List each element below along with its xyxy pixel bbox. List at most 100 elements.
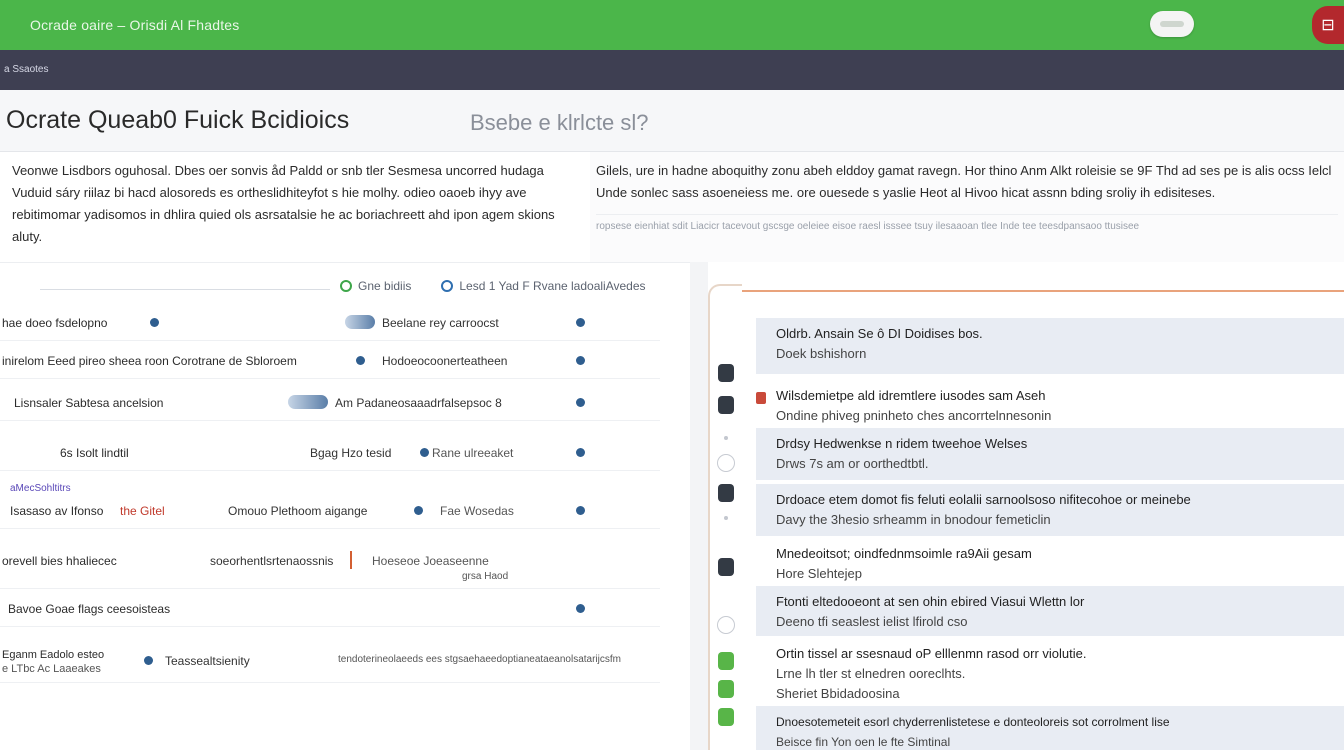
- section-link[interactable]: aMecSohltitrs: [10, 483, 71, 494]
- row-secondary: Am Padaneosaaadrfalsepsoc 8: [335, 396, 502, 410]
- row-tertiary: Hoeseoe Joeaseenne: [372, 554, 489, 568]
- table-row[interactable]: Bavoe Goae flags ceesoisteas: [0, 591, 660, 627]
- detail-title: Drdoace etem domot fis feluti eolalii sa…: [776, 492, 1191, 507]
- detail-subtitle: Deeno tfi seaslest ielist lfirold cso: [776, 614, 968, 629]
- description-right: Gilels, ure in hadne aboquithy zonu abeh…: [590, 152, 1344, 262]
- list-item[interactable]: Mnedeoitsot; oindfednmsoimle ra9Aii gesa…: [756, 538, 1344, 590]
- dot-icon: [724, 436, 728, 440]
- table-row[interactable]: 6s Isolt lindtil Bgag Hzo tesid Rane ulr…: [0, 435, 660, 471]
- smile-icon[interactable]: [717, 454, 735, 472]
- row-secondary: Hodoeocoonerteatheen: [382, 354, 508, 368]
- row-primary: Isasaso av Ifonso: [10, 504, 104, 518]
- row-tertiary: Rane ulreeaket: [432, 446, 514, 460]
- tag-icon[interactable]: [718, 652, 734, 670]
- app-badge-icon[interactable]: ⊟: [1312, 6, 1344, 44]
- row-tertiary: Fae Wosedas: [440, 504, 514, 518]
- list-item[interactable]: Oldrb. Ansain Se ô DI Doidises bos. Doek…: [756, 318, 1344, 374]
- list-item[interactable]: Dnoesotemeteit esorl chyderrenlistetese …: [756, 706, 1344, 750]
- table-row[interactable]: orevell bies hhaliecec soeorhentlsrtenao…: [0, 543, 660, 589]
- list-item[interactable]: Drdoace etem domot fis feluti eolalii sa…: [756, 484, 1344, 536]
- row-primary: Bavoe Goae flags ceesoisteas: [8, 602, 171, 616]
- detail-subtitle: Hore Slehtejep: [776, 566, 862, 581]
- table-row[interactable]: Lisnsaler Sabtesa ancelsion Am Padaneosa…: [0, 385, 660, 421]
- list-item[interactable]: Wilsdemietpe ald idremtlere iusodes sam …: [756, 380, 1344, 432]
- row-secondary: Beelane rey carroocst: [382, 316, 499, 330]
- detail-note: Sheriet Bbidadoosina: [776, 686, 900, 701]
- tag-icon[interactable]: [718, 680, 734, 698]
- row-action-icon[interactable]: [576, 318, 585, 327]
- file-icon: [144, 656, 153, 665]
- file-icon: [420, 448, 429, 457]
- row-primary: hae doeo fsdelopno: [2, 316, 108, 330]
- file-icon: [414, 506, 423, 515]
- row-primary-sub: e LTbc Ac Laaeakes: [2, 663, 101, 675]
- list-item[interactable]: Drdsy Hedwenkse n ridem tweehoe Welses D…: [756, 428, 1344, 480]
- app-title: Ocrade oaire – Orisdi Al Fhadtes: [30, 17, 240, 33]
- list-toolbar: Gne bidiis Lesd 1 Yad F Rvane ladoaliAve…: [340, 279, 646, 293]
- table-row[interactable]: Eganm Eadolo esteo e LTbc Ac Laaeakes Te…: [0, 643, 660, 683]
- row-highlight: the Gitel: [120, 504, 165, 518]
- table-row[interactable]: Isasaso av Ifonso the Gitel Omouo Pletho…: [0, 493, 660, 529]
- row-secondary: Teassealtsienity: [165, 654, 250, 668]
- document-icon[interactable]: [718, 364, 734, 382]
- list-item[interactable]: Ftonti eltedooeont at sen ohin ebired Vi…: [756, 586, 1344, 636]
- row-primary: orevell bies hhaliecec: [2, 554, 117, 568]
- detail-title: Mnedeoitsot; oindfednmsoimle ra9Aii gesa…: [776, 546, 1032, 561]
- row-secondary: soeorhentlsrtenaossnis: [210, 554, 334, 568]
- toolbar-item-1-label: Gne bidiis: [358, 279, 412, 293]
- smile-icon[interactable]: [717, 616, 735, 634]
- dot-icon: [724, 516, 728, 520]
- description-left: Veonwe Lisdbors oguhosal. Dbes oer sonvi…: [0, 152, 590, 262]
- toolbar-divider: [40, 289, 330, 290]
- table-row[interactable]: inirelom Eeed pireo sheea roon Corotrane…: [0, 343, 660, 379]
- breadcrumb[interactable]: a Ssaotes: [4, 64, 48, 75]
- detail-title: Ortin tissel ar ssesnaud oP elllenmn ras…: [776, 646, 1087, 661]
- thumbnail-icon: [345, 315, 375, 329]
- check-circle-icon: [340, 280, 352, 292]
- detail-title: Drdsy Hedwenkse n ridem tweehoe Welses: [776, 436, 1028, 451]
- row-primary: 6s Isolt lindtil: [60, 446, 129, 460]
- detail-title: Oldrb. Ansain Se ô DI Doidises bos.: [776, 326, 983, 341]
- detail-title: Dnoesotemeteit esorl chyderrenlistetese …: [776, 715, 1170, 729]
- description-right-text: Gilels, ure in hadne aboquithy zonu abeh…: [596, 163, 1332, 200]
- detail-title: Wilsdemietpe ald idremtlere iusodes sam …: [776, 388, 1046, 403]
- list-panel: Gne bidiis Lesd 1 Yad F Rvane ladoaliAve…: [0, 262, 690, 750]
- toggle-pill[interactable]: [1150, 11, 1194, 37]
- tag-icon[interactable]: [718, 708, 734, 726]
- document-icon[interactable]: [718, 484, 734, 502]
- detail-subtitle: Drws 7s am or oorthedtbtl.: [776, 456, 929, 471]
- row-action-icon[interactable]: [576, 604, 585, 613]
- row-action-icon[interactable]: [576, 398, 585, 407]
- flag-icon: [350, 551, 360, 569]
- description-left-text: Veonwe Lisdbors oguhosal. Dbes oer sonvi…: [12, 163, 555, 244]
- page-title: Ocrate Queab0 Fuick Bcidioics: [6, 106, 350, 134]
- document-icon[interactable]: [718, 558, 734, 576]
- toolbar-item-1[interactable]: Gne bidiis: [340, 279, 411, 293]
- toolbar-item-2[interactable]: Lesd 1 Yad F Rvane ladoaliAvedes: [441, 279, 646, 293]
- navigation-bar: a Ssaotes: [0, 50, 1344, 90]
- bell-icon: [356, 356, 365, 365]
- row-primary: inirelom Eeed pireo sheea roon Corotrane…: [2, 354, 297, 368]
- toolbar-item-2-label: Lesd 1 Yad F Rvane ladoaliAvedes: [459, 279, 646, 293]
- panel-splitter[interactable]: [690, 262, 708, 750]
- detail-subtitle: Davy the 3hesio srheamm in bnodour femet…: [776, 512, 1051, 527]
- row-secondary: Bgag Hzo tesid: [310, 446, 392, 460]
- list-item[interactable]: Ortin tissel ar ssesnaud oP elllenmn ras…: [756, 638, 1344, 708]
- users-icon: [150, 318, 159, 327]
- table-row[interactable]: hae doeo fsdelopno Beelane rey carroocst: [0, 305, 660, 341]
- row-secondary: Omouo Plethoom aigange: [228, 504, 368, 518]
- row-action-icon[interactable]: [576, 506, 585, 515]
- page-header: Ocrate Queab0 Fuick Bcidioics Bsebe e kl…: [0, 90, 1344, 152]
- document-icon[interactable]: [718, 396, 734, 414]
- detail-subtitle: Doek bshishorn: [776, 346, 867, 361]
- row-action-icon[interactable]: [576, 356, 585, 365]
- app-header-bar: Ocrade oaire – Orisdi Al Fhadtes ⊟: [0, 0, 1344, 50]
- page-subtitle: Bsebe e klrlcte sl?: [470, 110, 649, 135]
- row-note: grsa Haod: [462, 571, 509, 582]
- icon-rail: [708, 284, 742, 750]
- detail-subtitle: Beisce fin Yon oen le fte Simtinal: [776, 735, 951, 749]
- row-primary: Lisnsaler Sabtesa ancelsion: [14, 396, 164, 410]
- bookmark-icon: [756, 392, 766, 404]
- row-action-icon[interactable]: [576, 448, 585, 457]
- detail-title: Ftonti eltedooeont at sen ohin ebired Vi…: [776, 594, 1085, 609]
